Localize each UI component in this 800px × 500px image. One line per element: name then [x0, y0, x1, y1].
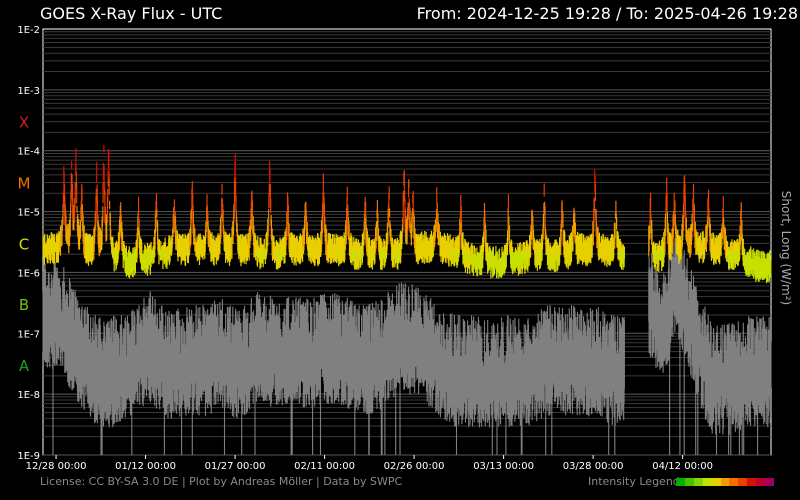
legend-swatch: [738, 478, 748, 486]
legend-swatch: [756, 478, 766, 486]
flare-class-c: C: [19, 235, 29, 253]
x-tick-label: 01/27 00:00: [205, 461, 266, 472]
y-tick-label: 1E-5: [17, 208, 40, 219]
x-axis: 12/28 00:00 01/12 00:00 01/27 00:00 02/11 0…: [26, 455, 713, 472]
legend-swatch: [711, 478, 721, 486]
legend-swatch: [702, 478, 712, 486]
x-tick-label: 03/28 00:00: [563, 461, 624, 472]
x-tick-label: 02/26 00:00: [384, 461, 445, 472]
legend-swatch: [720, 478, 730, 486]
y-axis-label: Short, Long (W/m²): [779, 190, 793, 306]
legend-swatch: [684, 478, 694, 486]
intensity-legend-bar: [676, 478, 774, 486]
flare-class-m: M: [18, 175, 31, 193]
y-tick-label: 1E-6: [17, 268, 40, 279]
flare-class-b: B: [19, 296, 29, 314]
y-tick-label: 1E-7: [17, 329, 40, 340]
intensity-legend-label: Intensity Legend: [588, 475, 680, 488]
legend-swatch: [693, 478, 703, 486]
x-tick-label: 01/12 00:00: [115, 461, 176, 472]
legend-swatch: [747, 478, 757, 486]
legend-swatch: [676, 478, 685, 486]
license-text[interactable]: License: CC BY-SA 3.0 DE | Plot by Andre…: [40, 475, 402, 488]
legend-swatch: [765, 478, 774, 486]
y-tick-label: 1E-3: [17, 86, 40, 97]
flare-class-a: A: [19, 357, 30, 375]
x-tick-label: 12/28 00:00: [26, 461, 87, 472]
xray-flux-plot: 1E-91E-81E-71E-61E-51E-41E-31E-2 XMCBA 1…: [17, 25, 772, 472]
x-tick-label: 04/12 00:00: [652, 461, 713, 472]
flare-class-x: X: [19, 114, 29, 132]
y-tick-label: 1E-8: [17, 390, 40, 401]
y-tick-label: 1E-2: [17, 25, 40, 36]
legend-swatch: [729, 478, 739, 486]
y-tick-label: 1E-4: [17, 147, 40, 158]
x-tick-label: 03/13 00:00: [473, 461, 534, 472]
x-tick-label: 02/11 00:00: [294, 461, 355, 472]
